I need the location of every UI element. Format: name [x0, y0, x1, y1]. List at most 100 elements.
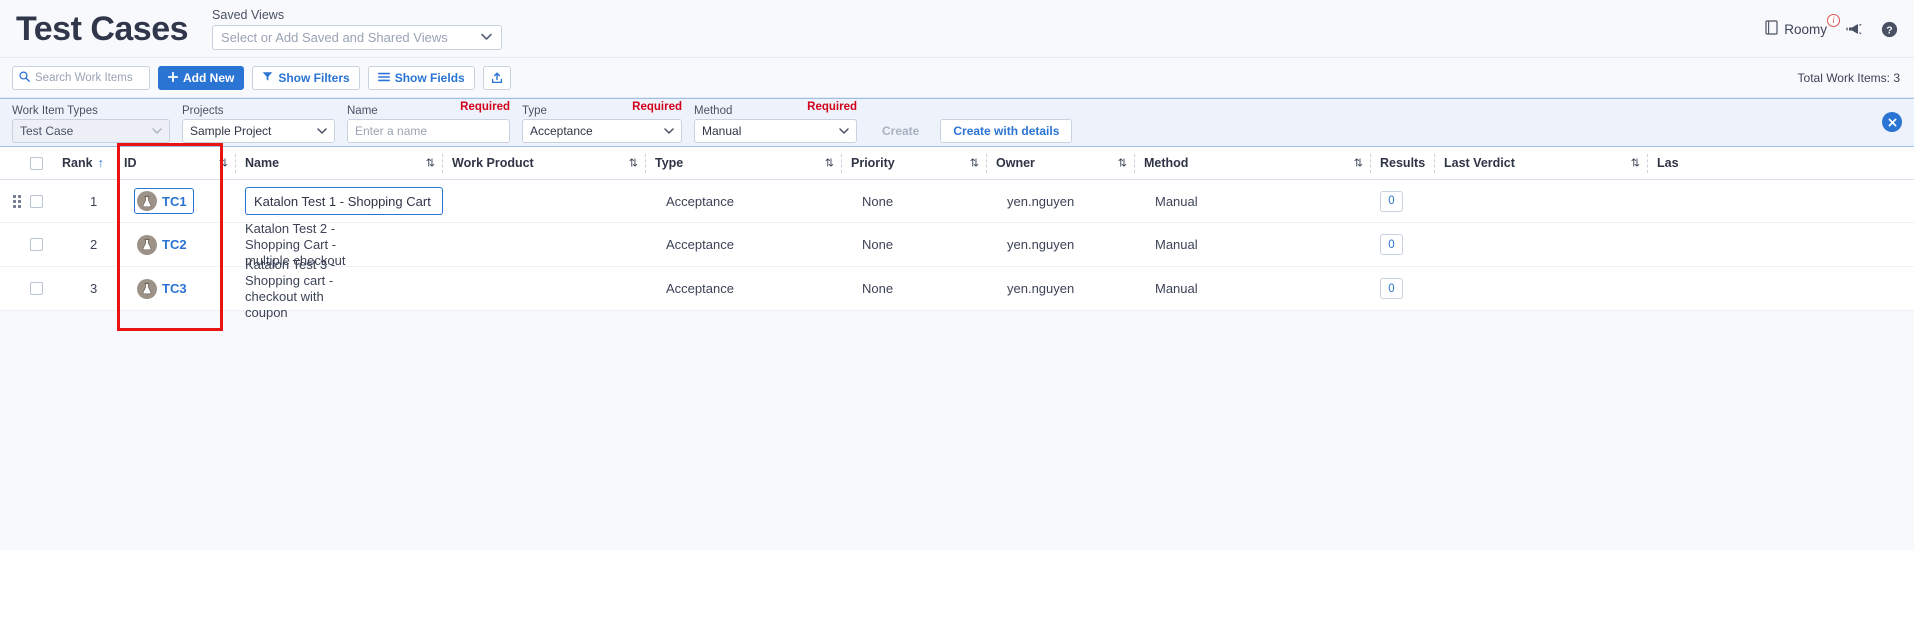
cell-owner: yen.nguyen — [987, 180, 1135, 222]
work-item-types-select[interactable]: Test Case — [12, 119, 170, 143]
label-work-item-types: Work Item Types — [12, 101, 182, 119]
sort-icon[interactable]: ⇅ — [629, 157, 638, 170]
roomy-label: Roomy — [1784, 22, 1827, 37]
svg-text:?: ? — [1886, 24, 1892, 36]
method-select[interactable]: Manual — [694, 119, 857, 143]
column-header-rank[interactable]: Rank ↑ — [52, 147, 118, 180]
cell-rank: 3 — [52, 267, 118, 310]
column-header-name[interactable]: Name ⇅ — [236, 147, 443, 180]
results-count-badge[interactable]: 0 — [1380, 234, 1403, 255]
inline-create-fields: Test Case Sample Project Enter a name — [12, 117, 1902, 145]
cell-last-verdict — [1435, 223, 1648, 266]
column-header-priority[interactable]: Priority ⇅ — [842, 147, 987, 180]
table-header-row: Rank ↑ ID ⇅ Name ⇅ Work Product ⇅ Type ⇅ — [0, 147, 1914, 180]
cell-type: Acceptance — [646, 267, 842, 310]
cell-method: Manual — [1135, 223, 1371, 266]
column-header-last-verdict[interactable]: Last Verdict ⇅ — [1435, 147, 1648, 180]
megaphone-icon[interactable] — [1845, 21, 1863, 37]
saved-views-group: Saved Views Select or Add Saved and Shar… — [212, 8, 502, 50]
test-case-id-chip[interactable]: TC1 — [134, 188, 194, 214]
sort-icon[interactable]: ⇅ — [426, 157, 435, 170]
required-badge-type: Required — [632, 101, 682, 113]
create-button[interactable]: Create — [869, 119, 932, 143]
show-filters-label: Show Filters — [278, 71, 349, 85]
cell-last-verdict — [1435, 180, 1648, 222]
sort-asc-icon[interactable]: ↑ — [98, 156, 104, 170]
test-case-id-chip[interactable]: TC2 — [134, 232, 194, 258]
cell-results: 0 — [1371, 180, 1435, 222]
search-input[interactable]: Search Work Items — [12, 66, 150, 90]
cell-owner: yen.nguyen — [987, 267, 1135, 310]
chevron-down-icon — [481, 34, 492, 41]
sort-icon[interactable]: ⇅ — [1354, 157, 1363, 170]
column-header-last-truncated[interactable]: Las — [1648, 147, 1708, 180]
roomy-indicator[interactable]: Roomy i — [1765, 20, 1827, 38]
cell-id: TC3 — [118, 267, 236, 310]
show-fields-button[interactable]: Show Fields — [368, 66, 475, 90]
header-actions: Roomy i ? — [1765, 0, 1898, 58]
select-all-checkbox[interactable] — [30, 157, 43, 170]
flask-icon — [137, 191, 157, 211]
type-select[interactable]: Acceptance — [522, 119, 682, 143]
sort-icon[interactable]: ⇅ — [219, 157, 228, 170]
row-checkbox[interactable] — [30, 195, 43, 208]
row-drag-handle[interactable] — [0, 180, 30, 222]
name-inline-input[interactable]: Katalon Test 1 - Shopping Cart — [245, 187, 443, 215]
sort-icon[interactable]: ⇅ — [825, 157, 834, 170]
cell-results: 0 — [1371, 223, 1435, 266]
table-row[interactable]: 3 TC3 Katalon Test 3 - Shopping cart - c… — [0, 267, 1914, 311]
flask-icon — [137, 279, 157, 299]
name-text: Katalon Test 3 - Shopping cart - checkou… — [245, 257, 357, 321]
cell-id: TC1 — [118, 180, 236, 222]
chevron-down-icon — [152, 128, 162, 134]
saved-views-select[interactable]: Select or Add Saved and Shared Views — [212, 25, 502, 50]
sort-icon[interactable]: ⇅ — [1118, 157, 1127, 170]
saved-views-placeholder: Select or Add Saved and Shared Views — [221, 30, 448, 45]
add-new-button[interactable]: Add New — [158, 66, 244, 90]
test-case-id-link[interactable]: TC3 — [162, 281, 187, 296]
row-checkbox-cell — [30, 223, 52, 266]
results-count-badge[interactable]: 0 — [1380, 278, 1403, 299]
select-all-checkbox-cell — [30, 147, 52, 180]
column-header-owner[interactable]: Owner ⇅ — [987, 147, 1135, 180]
hamburger-icon — [378, 71, 390, 85]
test-case-id-link[interactable]: TC2 — [162, 237, 187, 252]
name-field-placeholder: Enter a name — [355, 124, 427, 138]
export-icon[interactable] — [483, 66, 511, 90]
add-new-label: Add New — [183, 71, 234, 85]
table-row[interactable]: 1 TC1 Katalon Test 1 - Shopping Cart — [0, 180, 1914, 223]
cell-priority: None — [842, 180, 987, 222]
column-header-method[interactable]: Method ⇅ — [1135, 147, 1371, 180]
close-icon[interactable] — [1882, 112, 1902, 132]
name-field[interactable]: Enter a name — [347, 119, 510, 143]
cell-last-verdict — [1435, 267, 1648, 310]
row-checkbox-cell — [30, 180, 52, 222]
projects-select[interactable]: Sample Project — [182, 119, 335, 143]
help-icon[interactable]: ? — [1881, 21, 1898, 38]
column-header-work-product[interactable]: Work Product ⇅ — [443, 147, 646, 180]
required-badge-name: Required — [460, 101, 510, 113]
roomy-info-badge[interactable]: i — [1827, 14, 1840, 27]
cell-work-product — [443, 267, 646, 310]
column-header-type[interactable]: Type ⇅ — [646, 147, 842, 180]
column-header-id[interactable]: ID ⇅ — [118, 147, 236, 180]
row-checkbox-cell — [30, 267, 52, 310]
inline-create-bar: Work Item Types Projects Name Required T… — [0, 98, 1914, 147]
test-case-id-link[interactable]: TC1 — [162, 194, 187, 209]
sort-icon[interactable]: ⇅ — [1631, 157, 1640, 170]
column-header-results[interactable]: Results — [1371, 147, 1435, 180]
sort-icon[interactable]: ⇅ — [970, 157, 979, 170]
test-case-id-chip[interactable]: TC3 — [134, 276, 194, 302]
row-checkbox[interactable] — [30, 282, 43, 295]
chevron-down-icon — [839, 128, 849, 134]
empty-area — [0, 311, 1914, 550]
cell-name[interactable]: Katalon Test 3 - Shopping cart - checkou… — [236, 267, 443, 310]
create-with-details-button[interactable]: Create with details — [940, 119, 1072, 143]
inline-create-labels: Work Item Types Projects Name Required T… — [12, 99, 1902, 117]
row-checkbox[interactable] — [30, 238, 43, 251]
plus-icon — [168, 71, 178, 85]
cell-work-product — [443, 180, 646, 222]
drag-handle-icon[interactable] — [13, 195, 21, 208]
show-filters-button[interactable]: Show Filters — [252, 66, 359, 90]
results-count-badge[interactable]: 0 — [1380, 191, 1403, 212]
